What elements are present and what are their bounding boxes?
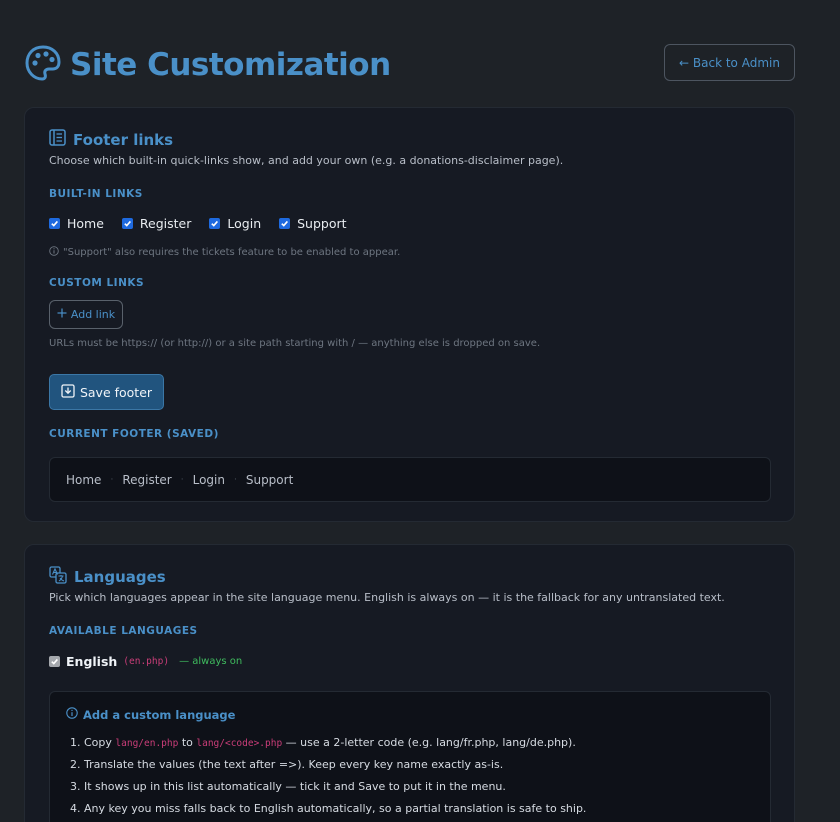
plus-icon bbox=[57, 308, 67, 321]
checkbox-support[interactable]: Support bbox=[279, 216, 347, 231]
url-note: URLs must be https:// (or http://) or a … bbox=[49, 338, 541, 349]
languages-description: Pick which languages appear in the site … bbox=[49, 591, 725, 604]
footer-description: Choose which built-in quick-links show, … bbox=[49, 154, 564, 167]
language-name: English bbox=[66, 654, 118, 669]
checkbox-label: Login bbox=[227, 216, 262, 231]
step-item: 1. Copy lang/en.php to lang/<code>.php —… bbox=[70, 736, 586, 758]
footer-preview-link: Home bbox=[66, 472, 102, 487]
checkbox-checked-icon[interactable] bbox=[209, 218, 221, 229]
back-to-admin-button[interactable]: ← Back to Admin bbox=[664, 44, 795, 81]
builtin-links-label: BUILT-IN LINKS bbox=[49, 188, 143, 200]
current-footer-label: CURRENT FOOTER (SAVED) bbox=[49, 428, 219, 440]
custom-links-label: CUSTOM LINKS bbox=[49, 277, 145, 289]
language-file: (en.php) bbox=[123, 656, 170, 667]
footer-preview-link: Register bbox=[122, 472, 172, 487]
languages-section-header: Languages bbox=[49, 566, 166, 588]
custom-language-title: Add a custom language bbox=[66, 707, 235, 722]
checkbox-checked-icon[interactable] bbox=[121, 218, 133, 229]
info-icon bbox=[49, 246, 59, 259]
custom-language-title-text: Add a custom language bbox=[83, 707, 236, 722]
code-snippet: lang/<code>.php bbox=[196, 738, 283, 749]
custom-language-info-box: Add a custom language 1. Copy lang/en.ph… bbox=[49, 691, 771, 822]
checkbox-checked-icon[interactable] bbox=[49, 218, 60, 229]
language-row-english: English (en.php) — always on bbox=[49, 654, 242, 669]
save-footer-label: Save footer bbox=[79, 384, 153, 400]
step-item: 4. Any key you miss falls back to Englis… bbox=[70, 802, 587, 815]
builtin-links-checkboxes: Home Register Login Support bbox=[49, 216, 347, 231]
save-footer-button[interactable]: Save footer bbox=[49, 374, 164, 410]
always-on-tag: — always on bbox=[179, 656, 243, 667]
save-download-icon bbox=[61, 383, 75, 401]
footer-separator: · bbox=[233, 474, 237, 485]
page-header: Site Customization ← Back to Admin bbox=[24, 44, 795, 84]
checkbox-label: Support bbox=[297, 216, 347, 231]
available-languages-label: AVAILABLE LANGUAGES bbox=[49, 625, 198, 637]
step-item: 3. It shows up in this list automaticall… bbox=[70, 780, 506, 793]
step-text: — use a 2-letter code (e.g. lang/fr.php,… bbox=[285, 736, 576, 749]
checkbox-home[interactable]: Home bbox=[49, 216, 104, 231]
footer-section-title: Footer links bbox=[73, 130, 174, 149]
list-icon bbox=[49, 129, 66, 150]
checkbox-label: Home bbox=[67, 216, 104, 231]
support-note: "Support" also requires the tickets feat… bbox=[49, 246, 400, 259]
checkbox-login[interactable]: Login bbox=[209, 216, 261, 231]
current-footer-preview: Home · Register · Login · Support bbox=[49, 457, 771, 502]
step-text: Copy bbox=[84, 736, 112, 749]
checkbox-checked-icon[interactable] bbox=[279, 218, 291, 229]
footer-links-card: Footer links Choose which built-in quick… bbox=[24, 107, 795, 522]
code-snippet: lang/en.php bbox=[115, 738, 179, 749]
page-title: Site Customization bbox=[70, 47, 391, 83]
footer-section-header: Footer links bbox=[49, 129, 173, 150]
info-icon bbox=[66, 707, 78, 722]
add-link-button[interactable]: Add link bbox=[49, 300, 123, 329]
checkbox-register[interactable]: Register bbox=[121, 216, 192, 231]
footer-separator: · bbox=[110, 474, 114, 485]
custom-language-steps: 1. Copy lang/en.php to lang/<code>.php —… bbox=[70, 736, 586, 822]
add-link-label: Add link bbox=[70, 308, 116, 321]
footer-preview-link: Support bbox=[245, 472, 294, 487]
palette-icon bbox=[24, 44, 62, 86]
footer-separator: · bbox=[180, 474, 184, 485]
step-item: 2. Translate the values (the text after … bbox=[70, 758, 504, 771]
languages-card: Languages Pick which languages appear in… bbox=[24, 544, 795, 822]
footer-preview-link: Login bbox=[192, 472, 225, 487]
languages-section-title: Languages bbox=[74, 568, 166, 586]
translate-icon bbox=[49, 566, 67, 588]
checkbox-label: Register bbox=[139, 216, 192, 231]
step-number: 1. bbox=[70, 736, 81, 749]
step-text: to bbox=[181, 736, 193, 749]
checkbox-disabled-checked-icon bbox=[49, 656, 60, 667]
support-note-text: "Support" also requires the tickets feat… bbox=[63, 247, 401, 258]
